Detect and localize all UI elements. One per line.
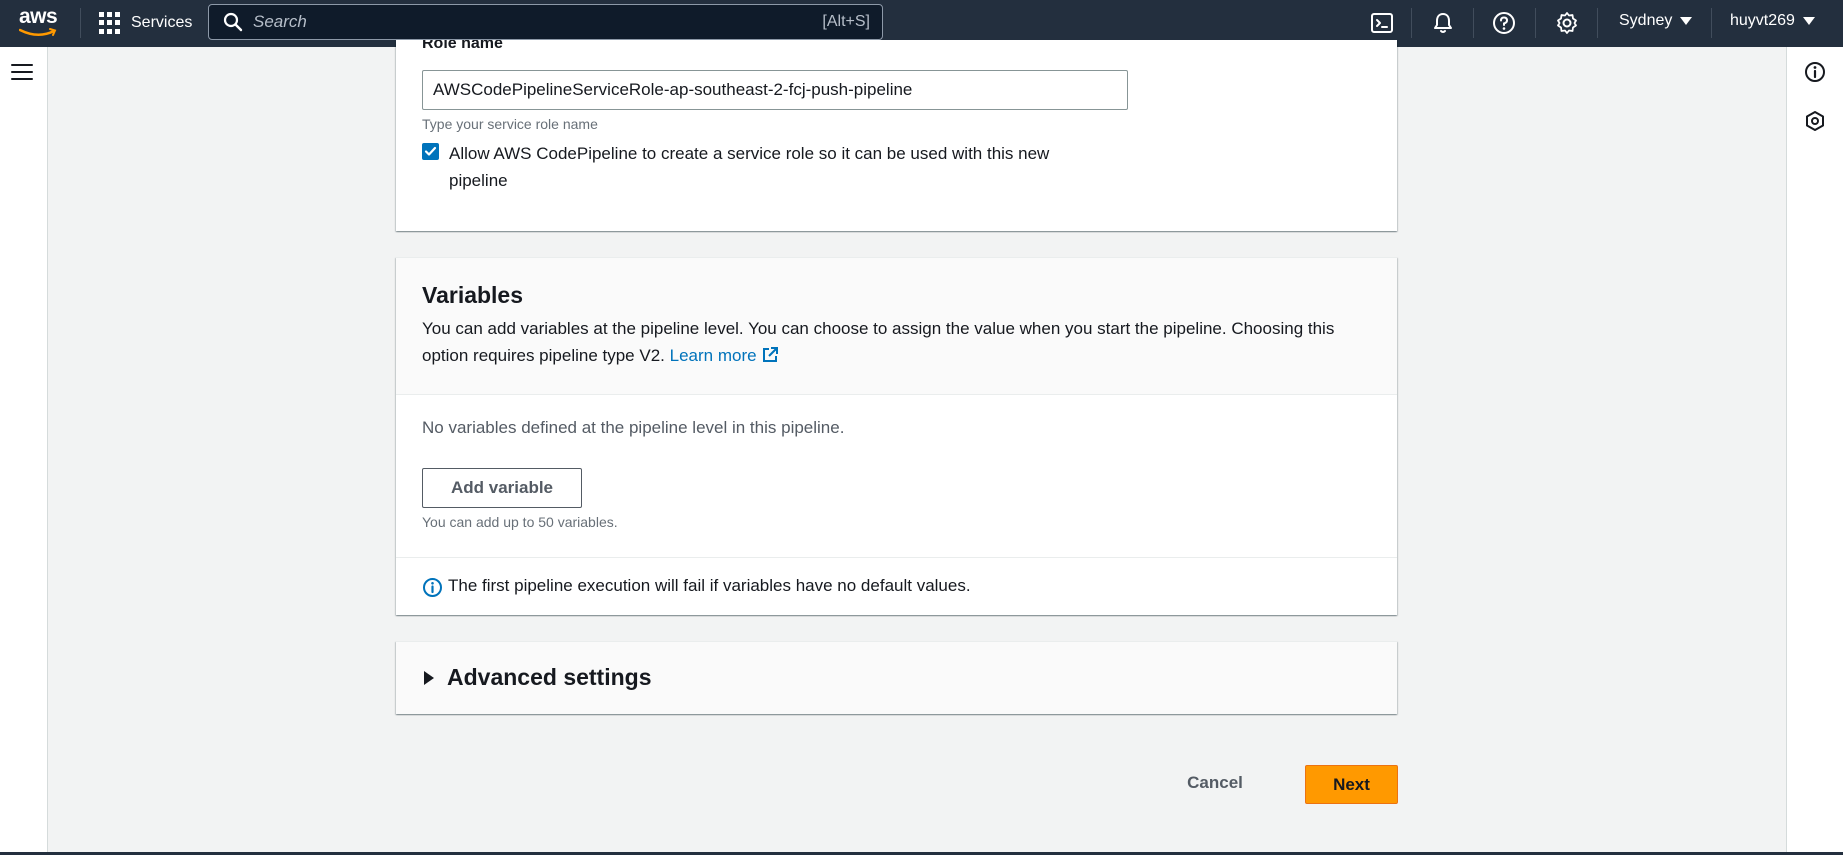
nav-divider — [1535, 8, 1536, 38]
next-button[interactable]: Next — [1305, 765, 1398, 804]
settings-gear-icon[interactable] — [1555, 11, 1579, 35]
left-side-rail — [0, 47, 48, 855]
aws-logo-text: aws — [19, 5, 58, 28]
info-panel-icon[interactable] — [1804, 61, 1826, 83]
search-icon — [223, 12, 243, 32]
add-variable-button[interactable]: Add variable — [422, 468, 582, 508]
services-label: Services — [131, 14, 193, 31]
add-variable-hint: You can add up to 50 variables. — [422, 514, 618, 530]
no-variables-text: No variables defined at the pipeline lev… — [422, 418, 845, 437]
caret-down-icon — [1802, 17, 1815, 25]
nav-divider — [80, 8, 81, 38]
nav-divider — [1411, 8, 1412, 38]
advanced-settings-panel[interactable]: Advanced settings — [396, 641, 1397, 714]
cancel-button[interactable]: Cancel — [1170, 763, 1260, 803]
region-label: Sydney — [1619, 12, 1673, 29]
nav-divider — [1597, 8, 1598, 38]
aws-logo[interactable]: aws — [19, 5, 59, 39]
aws-smile-icon — [19, 28, 57, 36]
variables-description: You can add variables at the pipeline le… — [422, 319, 1335, 365]
variables-title: Variables — [422, 282, 524, 308]
role-name-label: Role name — [422, 40, 503, 52]
account-name: huyvt269 — [1730, 12, 1795, 29]
notifications-bell-icon[interactable] — [1431, 11, 1455, 35]
search-bar[interactable]: [Alt+S] — [208, 4, 883, 40]
tutorials-hexagon-icon[interactable] — [1804, 110, 1826, 132]
caret-down-icon — [1680, 17, 1693, 25]
create-service-role-checkbox[interactable] — [422, 143, 439, 160]
divider — [396, 557, 1397, 558]
variables-header: Variables You can add variables at the p… — [396, 258, 1397, 395]
hamburger-menu-icon[interactable] — [11, 64, 33, 82]
account-menu[interactable]: huyvt269 — [1730, 12, 1815, 30]
help-icon[interactable] — [1492, 11, 1516, 35]
advanced-settings-toggle[interactable]: Advanced settings — [447, 664, 652, 691]
info-icon — [423, 578, 442, 597]
variables-panel: Variables You can add variables at the p… — [396, 257, 1397, 615]
learn-more-link[interactable]: Learn more — [670, 346, 779, 365]
caret-right-icon[interactable] — [424, 671, 434, 685]
create-service-role-label: Allow AWS CodePipeline to create a servi… — [449, 144, 1050, 190]
services-menu-button[interactable]: Services — [99, 9, 192, 37]
role-name-hint: Type your service role name — [422, 116, 598, 132]
nav-divider — [1711, 8, 1712, 38]
search-input[interactable] — [253, 12, 823, 32]
nav-divider — [1473, 8, 1474, 38]
service-role-panel: Role name Type your service role name Al… — [396, 40, 1397, 231]
external-link-icon — [762, 347, 778, 362]
right-side-rail — [1786, 47, 1843, 855]
region-selector[interactable]: Sydney — [1619, 12, 1693, 30]
services-grid-icon — [99, 12, 121, 34]
default-values-warning: The first pipeline execution will fail i… — [448, 576, 971, 595]
checkmark-icon — [424, 146, 437, 156]
role-name-input[interactable] — [422, 70, 1128, 110]
search-shortcut-hint: [Alt+S] — [822, 13, 870, 30]
cloudshell-icon[interactable] — [1370, 11, 1394, 35]
